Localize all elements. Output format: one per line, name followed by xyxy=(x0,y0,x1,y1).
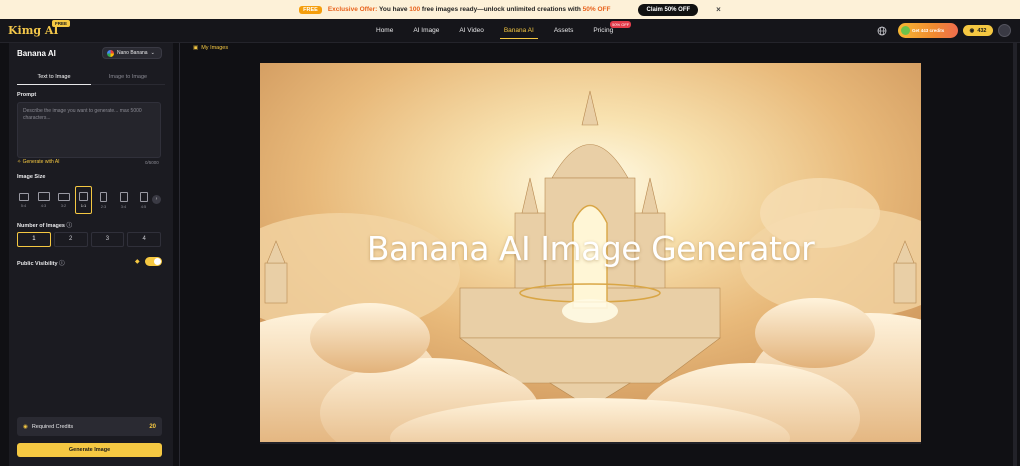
diamond-icon: ◆ xyxy=(135,259,140,265)
claim-offer-button[interactable]: Claim 50% OFF xyxy=(638,3,699,16)
public-visibility-label: Public Visibility ⓘ xyxy=(17,259,65,267)
my-images-link[interactable]: ▣ My Images xyxy=(193,45,228,51)
number-of-images-text: Number of Images xyxy=(17,223,65,229)
nav-ai-image[interactable]: AI Image xyxy=(403,19,449,43)
size-option-3-4[interactable]: 3:4 xyxy=(115,186,132,214)
generate-image-button[interactable]: Generate Image xyxy=(17,443,162,457)
image-size-label: Image Size xyxy=(17,174,46,180)
coin-icon: ◉ xyxy=(969,27,975,34)
aspect-1-1-icon xyxy=(79,192,88,201)
prompt-label: Prompt xyxy=(17,92,37,98)
pricing-discount-badge: 50% OFF xyxy=(610,21,632,28)
avatar[interactable] xyxy=(998,24,1011,37)
number-of-images-options: 1 2 3 4 xyxy=(17,232,161,247)
num-option-1[interactable]: 1 xyxy=(17,232,51,247)
nav-home[interactable]: Home xyxy=(366,19,403,43)
prompt-input[interactable]: Describe the image you want to generate.… xyxy=(17,102,161,158)
chevron-down-icon: ⌄ xyxy=(150,50,155,56)
size-label: 5:4 xyxy=(20,202,27,208)
size-option-4-3[interactable]: 4:3 xyxy=(35,186,52,214)
tab-image-to-image[interactable]: Image to Image xyxy=(91,71,165,85)
offer-discount: 50% OFF xyxy=(582,6,611,13)
free-tag: FREE xyxy=(299,5,322,14)
size-option-4-5[interactable]: 4:5 xyxy=(135,186,152,214)
nav-pricing[interactable]: Pricing 50% OFF xyxy=(583,19,632,43)
size-option-5-4[interactable]: 5:4 xyxy=(15,186,32,214)
coin-icon: ◉ xyxy=(23,423,28,430)
sparkle-icon: ✧ xyxy=(17,159,22,165)
generate-with-ai-label: Generate with AI xyxy=(22,159,60,165)
public-visibility-toggle[interactable] xyxy=(145,257,162,266)
size-option-3-2[interactable]: 3:2 xyxy=(55,186,72,214)
nav-links: Home AI Image AI Video Banana AI Assets … xyxy=(366,19,632,43)
chevron-right-icon[interactable]: › xyxy=(152,195,161,204)
aspect-5-4-icon xyxy=(18,192,29,201)
hero-title: Banana AI Image Generator xyxy=(366,229,815,268)
number-of-images-label: Number of Images ⓘ xyxy=(17,221,72,229)
credit-balance[interactable]: ◉ 432 xyxy=(963,25,993,36)
credit-balance-value: 432 xyxy=(977,27,987,34)
size-label: 3:4 xyxy=(120,203,127,209)
char-count: 0/5000 xyxy=(145,160,159,165)
model-select[interactable]: Nano Banana ⌄ xyxy=(102,47,162,59)
images-icon: ▣ xyxy=(193,45,199,51)
offer-text-b: free images ready—unlock unlimited creat… xyxy=(421,6,581,13)
offer-count: 100 xyxy=(409,6,421,13)
logo[interactable]: Kimg AI xyxy=(8,24,59,37)
aspect-2-3-icon xyxy=(100,191,107,202)
num-option-2[interactable]: 2 xyxy=(53,232,88,247)
model-name: Nano Banana xyxy=(117,50,148,56)
aspect-4-3-icon xyxy=(37,192,50,201)
generator-sidebar: Banana AI Nano Banana ⌄ Text to Image Im… xyxy=(9,43,173,466)
close-icon[interactable]: × xyxy=(716,5,721,14)
image-size-options: 5:4 4:3 3:2 1:1 2:3 3:4 4:5 xyxy=(15,186,165,214)
nav-assets[interactable]: Assets xyxy=(544,19,584,43)
num-option-3[interactable]: 3 xyxy=(90,232,125,247)
aspect-3-4-icon xyxy=(119,191,128,202)
hero-image: Banana AI Image Generator xyxy=(260,63,921,442)
size-label: 4:3 xyxy=(40,203,47,208)
size-option-2-3[interactable]: 2:3 xyxy=(95,186,112,214)
num-option-4[interactable]: 4 xyxy=(127,232,161,247)
nav-pricing-label: Pricing xyxy=(593,27,614,34)
offer-label: Exclusive Offer: xyxy=(327,6,378,13)
logo-free-badge: FREE xyxy=(52,20,71,27)
mode-tabs: Text to Image Image to Image xyxy=(17,71,165,85)
nav-banana-ai[interactable]: Banana AI xyxy=(494,19,544,43)
size-label: 2:3 xyxy=(100,203,107,209)
promo-banner: FREE Exclusive Offer: You have 100 free … xyxy=(0,0,1020,19)
google-icon xyxy=(107,49,114,57)
size-label: 3:2 xyxy=(60,202,67,208)
generate-with-ai-button[interactable]: ✧ Generate with AI xyxy=(17,159,60,165)
credits-promo-pill[interactable]: Get 443 credits xyxy=(898,23,958,38)
my-images-label: My Images xyxy=(201,45,229,51)
public-visibility-text: Public Visibility xyxy=(17,261,58,267)
nav-ai-video[interactable]: AI Video xyxy=(449,19,493,43)
size-option-1-1[interactable]: 1:1 xyxy=(75,186,92,214)
size-label: 1:1 xyxy=(80,203,87,208)
tab-text-to-image[interactable]: Text to Image xyxy=(17,71,91,85)
aspect-3-2-icon xyxy=(57,192,70,201)
sidebar-title: Banana AI xyxy=(17,49,56,58)
globe-icon[interactable] xyxy=(877,26,887,36)
required-credits-label: Required Credits xyxy=(31,423,74,430)
scrollbar[interactable] xyxy=(1013,43,1017,466)
info-icon: ⓘ xyxy=(59,261,65,267)
top-navbar: Kimg AI FREE Home AI Image AI Video Bana… xyxy=(0,19,1020,43)
gallery-strip xyxy=(260,442,921,444)
required-credits: ◉ Required Credits 20 xyxy=(17,417,162,436)
size-label: 4:5 xyxy=(140,203,147,209)
panel-divider xyxy=(179,43,180,466)
info-icon: ⓘ xyxy=(66,223,73,229)
offer-text-a: You have xyxy=(379,6,408,13)
aspect-4-5-icon xyxy=(139,191,148,202)
required-credits-value: 20 xyxy=(149,423,156,430)
